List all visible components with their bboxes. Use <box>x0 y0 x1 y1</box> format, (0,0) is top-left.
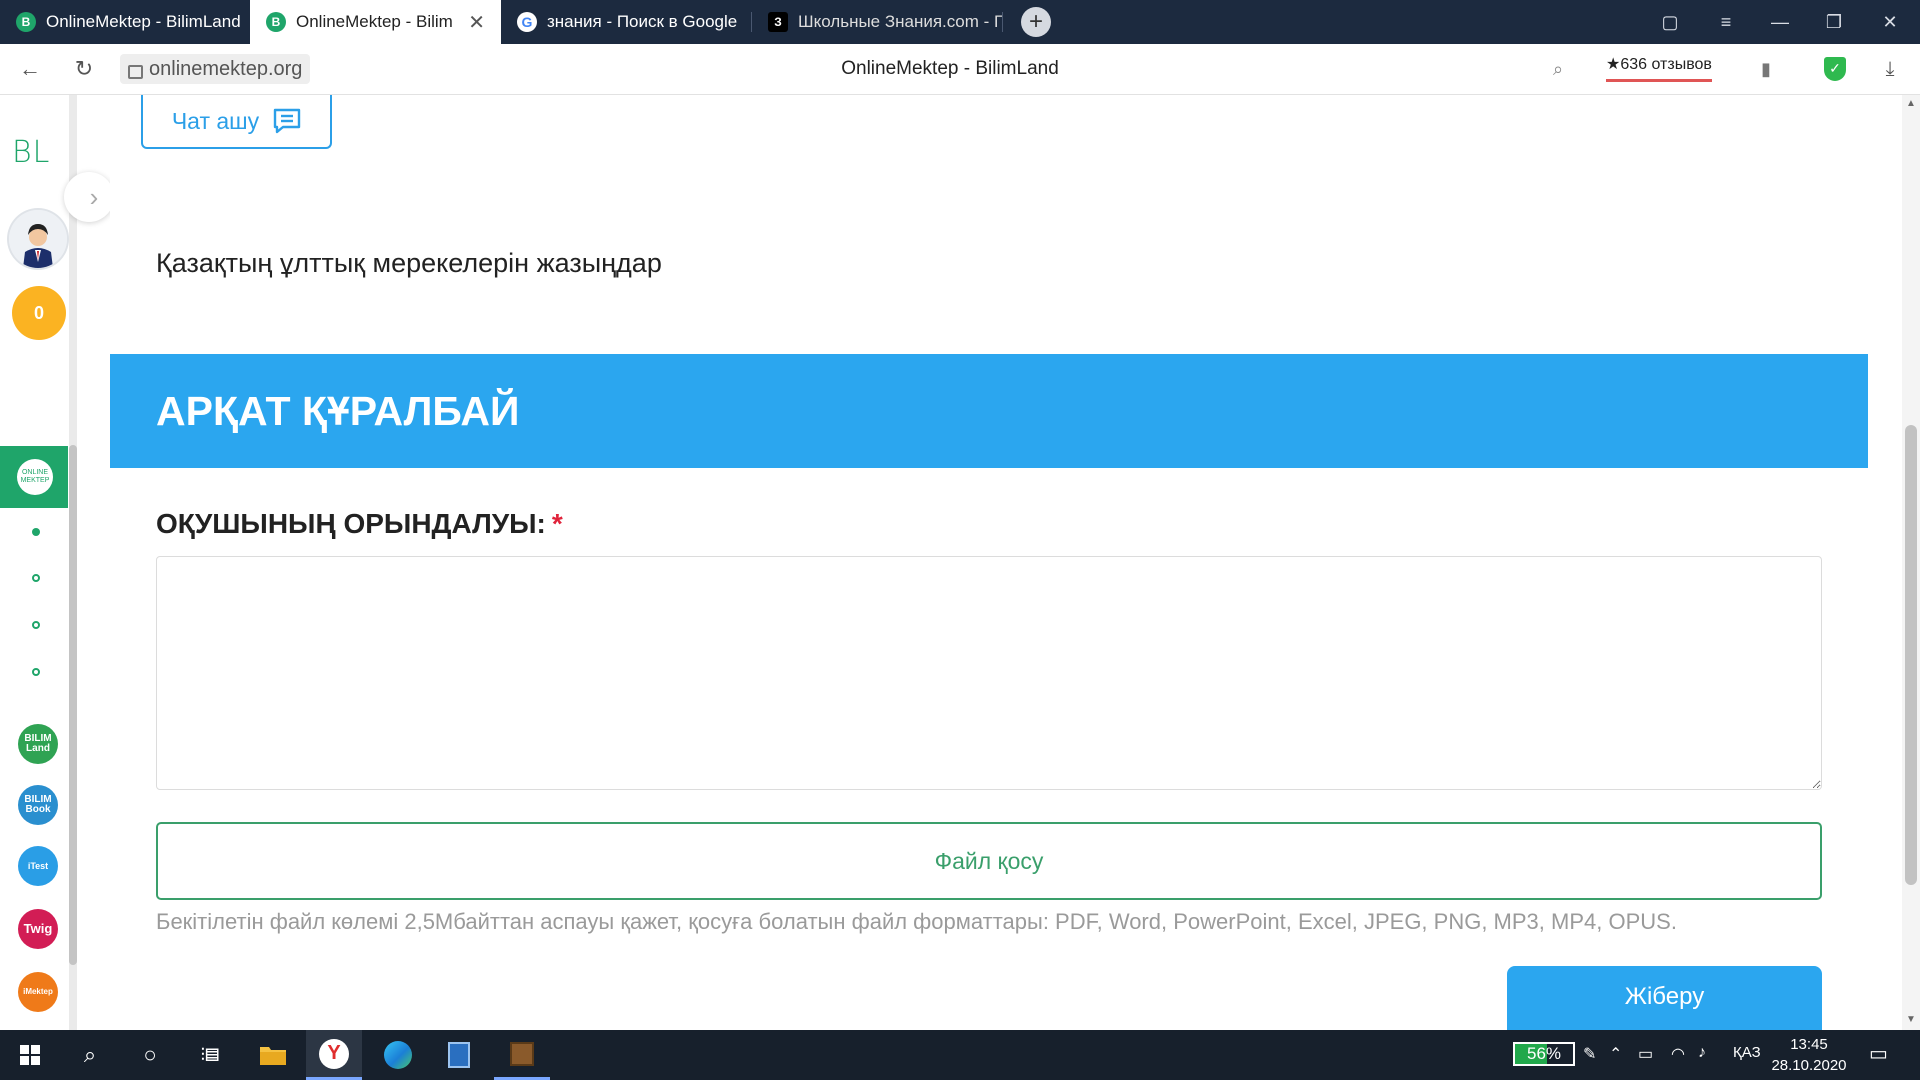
bilimland-icon: B <box>16 12 36 32</box>
coins-counter[interactable]: 0 <box>12 286 66 340</box>
nav-dot[interactable] <box>32 574 40 582</box>
scroll-up-icon[interactable]: ▲ <box>1904 98 1918 109</box>
battery-text: 56% <box>1526 1044 1562 1063</box>
restore-icon[interactable]: ❐ <box>1806 0 1862 44</box>
itest-app-icon[interactable]: iTest <box>18 846 58 886</box>
avatar[interactable] <box>9 210 67 268</box>
answer-label-text: ОҚУШЫНЫҢ ОРЫНДАЛУЫ: <box>156 508 546 539</box>
minecraft-logo-icon <box>510 1041 534 1066</box>
answer-textarea[interactable] <box>156 556 1822 790</box>
znania-icon: З <box>768 12 788 32</box>
google-icon: G <box>517 12 537 32</box>
pen-icon[interactable]: ✎ <box>1583 1044 1596 1064</box>
minecraft-icon[interactable] <box>494 1030 550 1080</box>
required-mark: * <box>551 508 563 539</box>
answer-label: ОҚУШЫНЫҢ ОРЫНДАЛУЫ: * <box>156 508 563 540</box>
volume-icon[interactable]: ♪ <box>1698 1044 1706 1062</box>
nav-dot-active[interactable] <box>32 528 40 536</box>
tab-label: Школьные Знания.com - Г <box>798 12 1002 31</box>
menu-icon[interactable]: ≡ <box>1698 0 1754 44</box>
chat-button-label: Чат ашу <box>171 107 260 134</box>
sidebar-item-onlinemektep[interactable]: ONLINE MEKTEP <box>0 446 68 508</box>
send-button[interactable]: Жіберу <box>1507 966 1822 1038</box>
task-text: Қазақтың ұлттық мерекелерін жазыңдар <box>156 248 662 278</box>
imektep-app-icon[interactable]: iMektep <box>18 972 58 1012</box>
reviews-badge[interactable]: ★636 отзывов <box>1606 54 1712 82</box>
student-name: АРҚАТ ҚҰРАЛБАЙ <box>156 388 520 434</box>
chat-icon <box>273 108 301 134</box>
calculator-icon[interactable] <box>431 1030 487 1080</box>
scroll-down-icon[interactable]: ▼ <box>1904 1014 1918 1025</box>
folder-icon <box>260 1047 286 1065</box>
file-hint: Бекітілетін файл көлемі 2,5Мбайттан аспа… <box>156 909 1677 934</box>
clock-date: 28.10.2020 <box>1771 1057 1847 1074</box>
tab-google-search[interactable]: G знания - Поиск в Google <box>501 0 751 44</box>
onlinemektep-icon: ONLINE MEKTEP <box>17 459 53 495</box>
expand-sidebar-button[interactable]: › <box>64 172 114 222</box>
bl-logo[interactable]: BL <box>12 135 50 170</box>
attach-file-button[interactable]: Файл қосу <box>156 822 1822 900</box>
search-icon[interactable]: ⌕ <box>62 1030 118 1080</box>
chevron-right-icon: › <box>89 181 99 212</box>
nav-dot[interactable] <box>32 621 40 629</box>
tab-onlinemektep-active[interactable]: B OnlineMektep - BilimLand ✕ <box>250 0 501 44</box>
tab-label: OnlineMektep - BilimLand <box>296 12 453 31</box>
tab-label: знания - Поиск в Google <box>547 12 738 31</box>
tab-znania[interactable]: З Школьные Знания.com - Г <box>752 0 1002 44</box>
bookmarks-panel-icon[interactable]: ▢ <box>1642 0 1698 44</box>
calculator-logo-icon <box>448 1042 470 1068</box>
clock[interactable]: 13:45 28.10.2020 <box>1766 1034 1852 1076</box>
page-scrollbar-thumb[interactable] <box>1905 425 1917 885</box>
windows-logo-icon <box>20 1045 40 1065</box>
protect-shield-icon[interactable]: ✓ <box>1824 57 1846 81</box>
browser-tab-strip: B OnlineMektep - BilimLand B OnlineMekte… <box>0 0 1920 44</box>
student-banner: АРҚАТ ҚҰРАЛБАЙ <box>110 354 1868 468</box>
open-chat-button[interactable]: Чат ашу <box>141 95 332 149</box>
close-tab-icon[interactable]: ✕ <box>468 10 485 35</box>
download-icon[interactable]: ⤓ <box>1872 54 1908 84</box>
task-view-icon[interactable]: ⫶▤ <box>182 1030 238 1080</box>
new-tab-button[interactable]: + <box>1021 7 1051 37</box>
bilimland-app-icon[interactable]: BILIM Land <box>18 724 58 764</box>
power-plug-icon[interactable]: ▭ <box>1638 1044 1653 1064</box>
file-explorer-icon[interactable] <box>245 1030 301 1080</box>
tab-separator <box>1002 12 1003 32</box>
windows-start-icon[interactable] <box>2 1030 58 1080</box>
minimize-icon[interactable]: — <box>1752 0 1808 44</box>
yandex-browser-icon[interactable]: Y <box>306 1030 362 1080</box>
cortana-icon[interactable]: ○ <box>122 1030 178 1080</box>
notifications-icon[interactable]: ▭ <box>1869 1041 1888 1066</box>
language-indicator[interactable]: ҚАЗ <box>1733 1044 1761 1061</box>
bookmark-icon[interactable]: ▮ <box>1748 54 1784 84</box>
bilimland-icon: B <box>266 12 286 32</box>
show-hidden-icons-icon[interactable]: ⌃ <box>1609 1044 1622 1064</box>
battery-indicator[interactable]: 56% <box>1513 1042 1575 1066</box>
avatar-icon <box>9 210 67 268</box>
windows-taskbar: ⌕ ○ ⫶▤ Y 56% ✎ ⌃ ▭ ◠ ♪ ҚАЗ 13:45 28.10.2… <box>0 1030 1920 1080</box>
twig-app-icon[interactable]: Twig <box>18 909 58 949</box>
edge-logo-icon <box>384 1041 412 1069</box>
nav-dot[interactable] <box>32 668 40 676</box>
address-bar: ← ↻ onlinemektep.org OnlineMektep - Bili… <box>0 44 1920 95</box>
bilimbook-app-icon[interactable]: BILIM Book <box>18 785 58 825</box>
edge-icon[interactable] <box>370 1030 426 1080</box>
tab-onlinemektep-1[interactable]: B OnlineMektep - BilimLand <box>0 0 250 44</box>
wifi-icon[interactable]: ◠ <box>1671 1044 1685 1064</box>
clock-time: 13:45 <box>1790 1036 1828 1053</box>
tab-label: OnlineMektep - BilimLand <box>46 12 241 31</box>
yandex-logo-icon: Y <box>319 1038 349 1069</box>
zoom-icon[interactable]: ⌕ <box>1540 54 1576 84</box>
close-window-icon[interactable]: ✕ <box>1862 0 1918 44</box>
sidebar-scrollbar-thumb[interactable] <box>69 445 77 965</box>
